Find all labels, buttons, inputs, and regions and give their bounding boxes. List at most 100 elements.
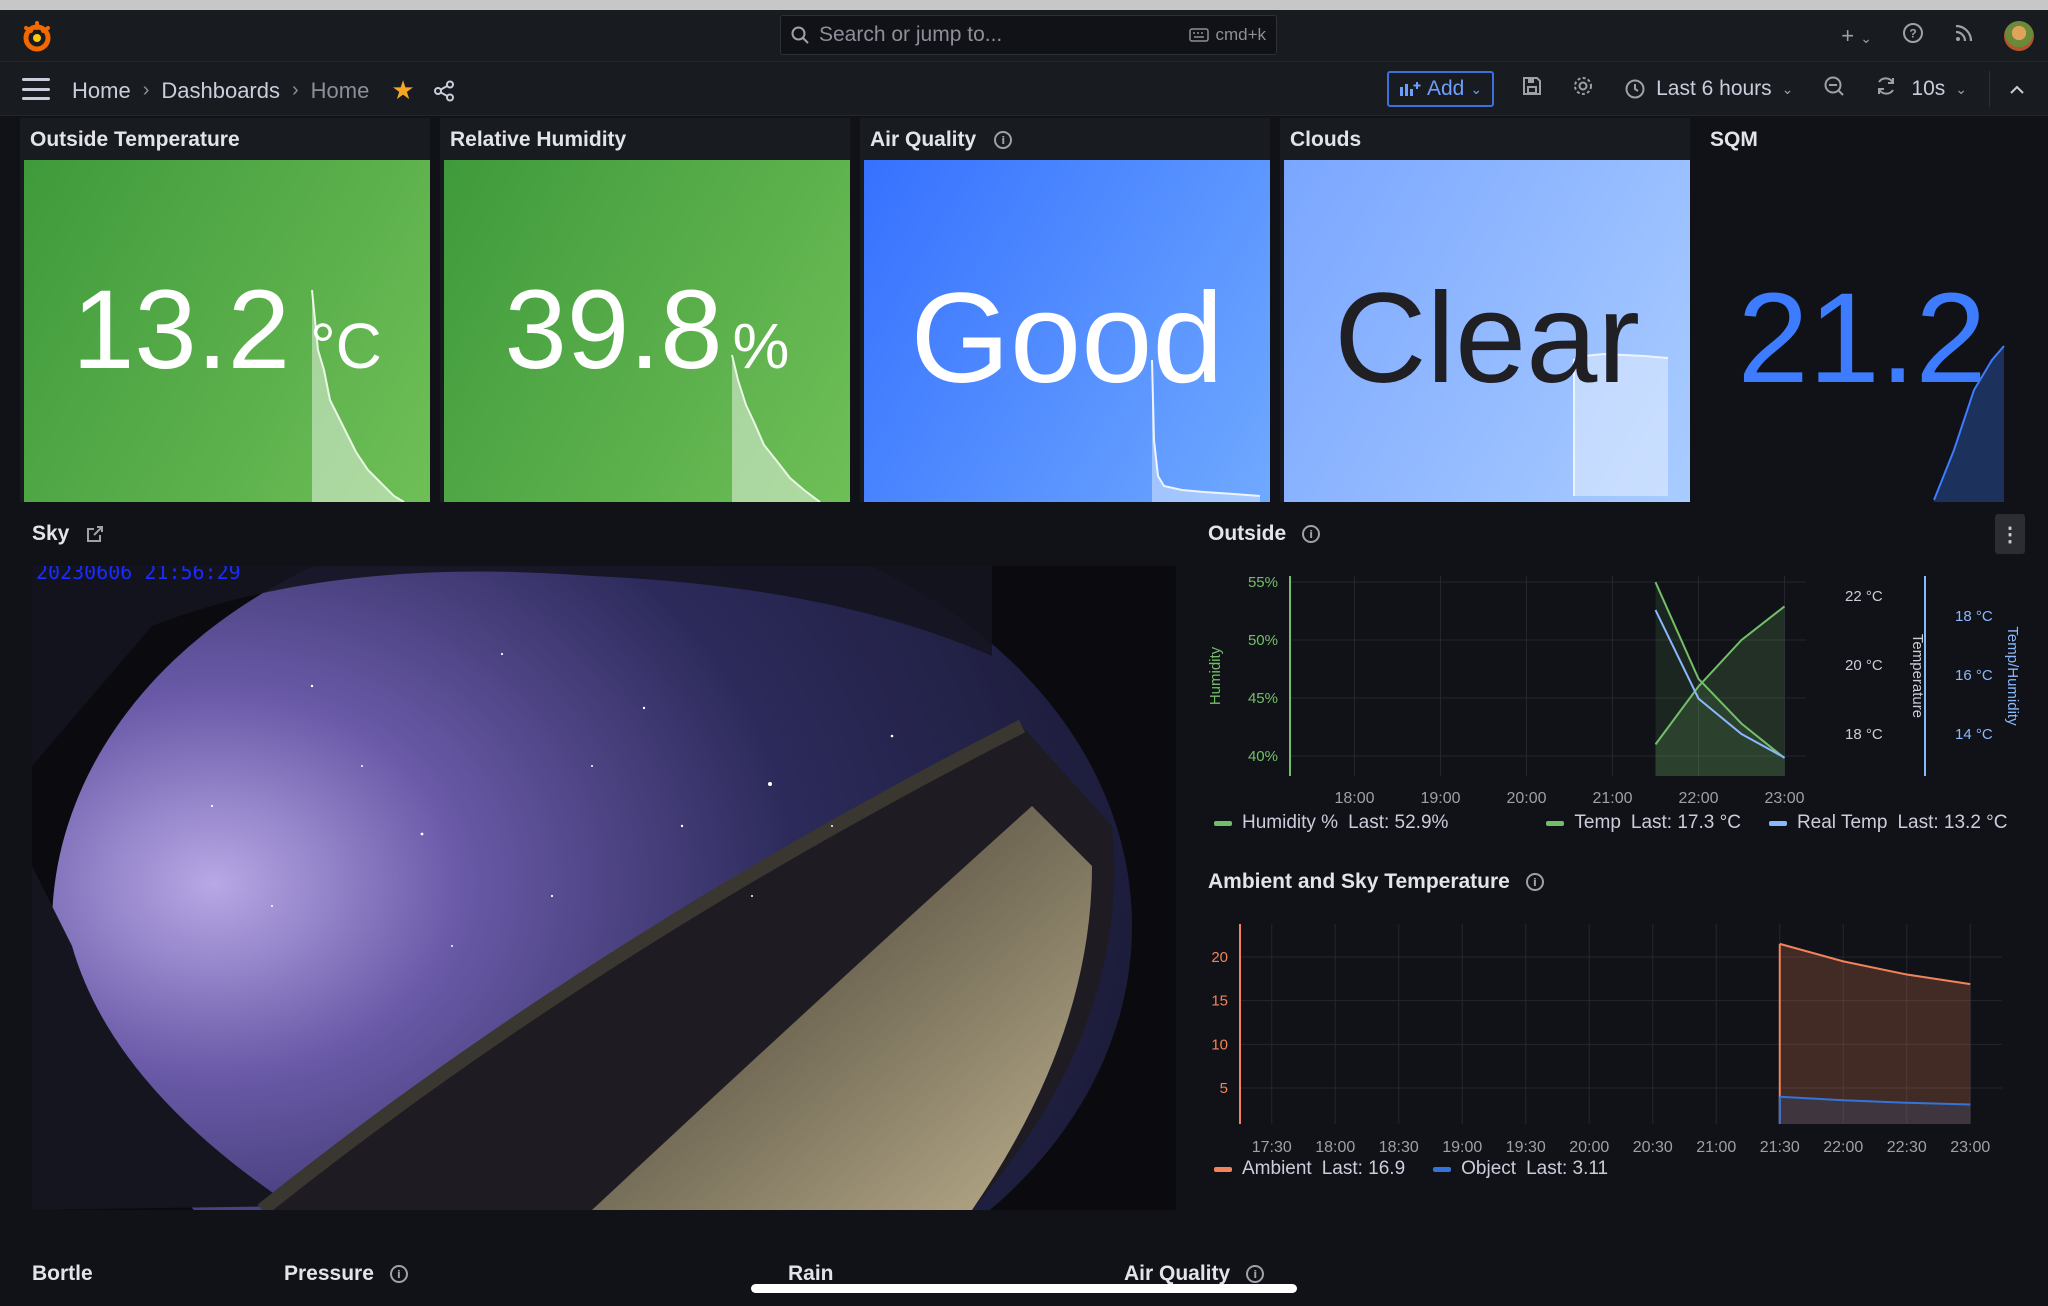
legend-last: Last: 17.3 °C: [1630, 812, 1741, 833]
outside-panel-header: Outside i: [1208, 522, 1321, 546]
x-tick-label: 18:00: [1315, 1139, 1355, 1156]
add-panel-icon: [1399, 82, 1421, 96]
stat-panel-sqm[interactable]: SQM 21.2: [1700, 118, 2020, 502]
y-tick-label: 22 °C: [1845, 588, 1883, 605]
news-button[interactable]: [1954, 23, 1974, 49]
external-link-icon[interactable]: [85, 524, 105, 544]
pressure-panel-header: Pressure i: [284, 1262, 408, 1286]
stat-value: 21.2: [1704, 265, 2020, 412]
panel-title: SQM: [1710, 128, 1758, 151]
stat-panel-body: Clear: [1284, 160, 1690, 502]
legend-item[interactable]: Real Temp Last: 13.2 °C: [1768, 812, 2008, 834]
chevron-down-icon: ⌄: [1470, 80, 1483, 97]
y-tick-label: 18 °C: [1845, 726, 1883, 743]
stat-panel-air-quality[interactable]: Air Quality i Good: [860, 118, 1270, 502]
refresh-button[interactable]: [1875, 75, 1897, 103]
keyboard-icon: [1189, 28, 1210, 42]
legend-item[interactable]: Object Last: 3.11: [1433, 1158, 1608, 1180]
outside-chart: 18:00 19:00 20:00 21:00 22:00 23:00 55% 50% 45% 4…: [1207, 574, 2021, 807]
y-axis-label: Temperature: [1909, 634, 1926, 718]
sky-panel-header: Sky: [32, 522, 105, 546]
menu-toggle-button[interactable]: [22, 78, 50, 100]
search-icon: [791, 26, 809, 44]
x-tick-label: 21:00: [1592, 790, 1632, 807]
refresh-icon: [1878, 77, 1895, 95]
stat-unit: %: [732, 310, 790, 382]
info-icon[interactable]: i: [1246, 1265, 1265, 1283]
panel-title: Sky: [32, 522, 70, 545]
collapse-nav-button[interactable]: [2008, 76, 2026, 102]
y-tick-label: 10: [1211, 1036, 1228, 1053]
x-tick-label: 22:30: [1887, 1139, 1927, 1156]
breadcrumb-home[interactable]: Home: [72, 78, 131, 104]
rss-icon: [1955, 24, 1973, 42]
legend-swatch: [1214, 820, 1232, 826]
panel-title: Pressure: [284, 1262, 374, 1285]
stat-panel-relative-humidity[interactable]: Relative Humidity 39.8%: [440, 118, 850, 502]
stat-panel-outside-temperature[interactable]: Outside Temperature 13.2 °C: [20, 118, 430, 502]
device-status-bar: [0, 0, 2048, 10]
panel-title: Ambient and Sky Temperature: [1208, 870, 1510, 893]
info-icon[interactable]: i: [994, 131, 1013, 149]
ambient-panel-header: Ambient and Sky Temperature i: [1208, 870, 1544, 894]
info-icon[interactable]: i: [1302, 525, 1321, 543]
save-icon: [1523, 77, 1542, 95]
legend-swatch: [1546, 820, 1565, 826]
x-tick-label: 18:30: [1379, 1139, 1419, 1156]
legend-item[interactable]: Temp Last: 17.3 °C: [1546, 812, 1741, 834]
panel-menu-button[interactable]: ⋮: [1995, 514, 2025, 554]
y-tick-label: 18 °C: [1955, 608, 1993, 625]
rain-panel-header: Rain: [788, 1262, 834, 1286]
clock-icon: [1625, 79, 1645, 99]
legend-swatch: [1433, 1166, 1452, 1172]
series-area: [1779, 943, 1971, 1124]
info-icon[interactable]: i: [389, 1265, 408, 1283]
x-tick-label: 19:00: [1442, 1139, 1482, 1156]
y-tick-label: 45%: [1248, 690, 1278, 707]
search-input[interactable]: Search or jump to... cmd+k: [780, 15, 1277, 55]
new-menu-button[interactable]: + ⌄: [1841, 23, 1872, 49]
legend-item[interactable]: Ambient Last: 16.9: [1214, 1158, 1405, 1180]
zoom-out-button[interactable]: [1823, 75, 1845, 103]
y-tick-label: 50%: [1248, 632, 1278, 649]
breadcrumb-current: Home: [310, 77, 370, 103]
chevron-down-icon: ⌄: [1955, 80, 1967, 97]
legend-last: Last: 3.11: [1526, 1158, 1609, 1179]
dashboard-settings-button[interactable]: [1572, 75, 1594, 103]
panel-title: Bortle: [32, 1262, 93, 1285]
breadcrumb-separator-icon: ›: [142, 79, 150, 101]
y-tick-label: 20 °C: [1845, 657, 1883, 674]
refresh-interval-label: 10s: [1911, 77, 1946, 100]
x-tick-label: 19:00: [1420, 790, 1460, 807]
stat-value: 13.2 °C: [24, 265, 430, 394]
save-dashboard-button[interactable]: [1522, 76, 1542, 102]
user-avatar[interactable]: [2004, 21, 2034, 51]
refresh-interval-picker[interactable]: 10s ⌄: [1911, 77, 1967, 101]
help-button[interactable]: ?: [1902, 22, 1924, 50]
panel-title: Air Quality: [870, 128, 977, 151]
stat-value: Good: [864, 265, 1270, 412]
share-icon[interactable]: [433, 80, 455, 102]
breadcrumb-dashboards[interactable]: Dashboards: [161, 78, 280, 104]
more-vertical-icon: ⋮: [2000, 523, 2020, 546]
stat-unit: °C: [310, 310, 382, 382]
info-icon[interactable]: i: [1525, 873, 1544, 891]
stat-panel-clouds[interactable]: Clouds Clear: [1280, 118, 1690, 502]
legend-item[interactable]: Humidity % Last: 52.9%: [1214, 812, 1448, 834]
y-axis-label: Humidity: [1207, 646, 1224, 705]
panel-title: Relative Humidity: [450, 128, 627, 151]
stat-number: 13.2: [72, 267, 291, 392]
add-label: Add: [1426, 77, 1465, 100]
stat-panel-body: 21.2: [1704, 160, 2020, 502]
x-tick-label: 21:00: [1696, 1139, 1736, 1156]
grafana-logo-icon[interactable]: [20, 20, 54, 54]
time-range-picker[interactable]: Last 6 hours ⌄: [1624, 77, 1793, 101]
y-tick-label: 16 °C: [1955, 667, 1993, 684]
panel-title: Outside Temperature: [30, 128, 240, 151]
stat-panel-body: 39.8%: [444, 160, 850, 502]
panel-title: Outside: [1208, 522, 1287, 545]
star-icon[interactable]: ★: [391, 75, 414, 106]
y-tick-label: 55%: [1248, 574, 1278, 591]
x-tick-label: 23:00: [1764, 790, 1804, 807]
add-panel-button[interactable]: Add ⌄: [1386, 71, 1495, 107]
